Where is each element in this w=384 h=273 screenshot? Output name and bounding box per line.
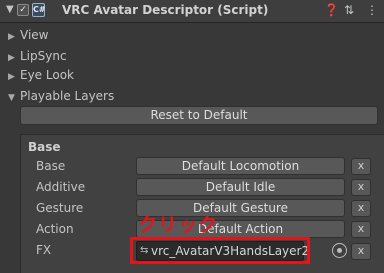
- base-section-title: Base: [28, 140, 61, 154]
- foldout-label: Eye Look: [20, 68, 74, 82]
- base-remove-button[interactable]: x: [351, 158, 371, 175]
- row-label-base: Base: [36, 159, 66, 173]
- foldout-label: Playable Layers: [20, 89, 115, 103]
- row-label-additive: Additive: [36, 180, 86, 194]
- gesture-remove-button[interactable]: x: [351, 200, 371, 217]
- chevron-right-icon: ▶: [8, 32, 15, 42]
- component-title: VRC Avatar Descriptor (Script): [62, 3, 269, 17]
- foldout-playable-layers[interactable]: ▼ Playable Layers: [8, 87, 114, 105]
- settings-sliders-icon[interactable]: ⇅: [344, 3, 354, 17]
- click-annotation-text: クリック: [138, 214, 219, 236]
- additive-layer-button[interactable]: Default Idle: [136, 178, 345, 196]
- base-layer-button[interactable]: Default Locomotion: [136, 157, 345, 175]
- row-label-action: Action: [36, 222, 74, 236]
- row-label-fx: FX: [36, 243, 52, 257]
- highlight-box: [130, 237, 310, 264]
- row-label-gesture: Gesture: [36, 201, 84, 215]
- chevron-down-icon: ▼: [8, 93, 15, 103]
- fx-remove-button[interactable]: x: [351, 243, 371, 260]
- reset-to-default-button[interactable]: Reset to Default: [20, 106, 378, 125]
- foldout-lipsync[interactable]: ▶ LipSync: [8, 47, 67, 65]
- action-remove-button[interactable]: x: [351, 221, 371, 238]
- object-picker-icon[interactable]: [332, 243, 347, 258]
- foldout-label: View: [20, 28, 49, 42]
- chevron-right-icon: ▶: [8, 53, 15, 63]
- foldout-eye-look[interactable]: ▶ Eye Look: [8, 66, 74, 84]
- foldout-view[interactable]: ▶ View: [8, 26, 48, 44]
- foldout-label: LipSync: [20, 49, 67, 63]
- component-header: ▼ ✓ C# VRC Avatar Descriptor (Script) ❓ …: [0, 0, 384, 23]
- enabled-checkbox[interactable]: ✓: [17, 4, 29, 16]
- help-icon[interactable]: ❓: [324, 3, 339, 17]
- foldout-arrow-down-icon[interactable]: ▼: [6, 4, 14, 15]
- additive-remove-button[interactable]: x: [351, 179, 371, 196]
- script-icon: C#: [32, 3, 46, 17]
- more-icon[interactable]: ⋮: [366, 3, 378, 17]
- chevron-right-icon: ▶: [8, 72, 15, 82]
